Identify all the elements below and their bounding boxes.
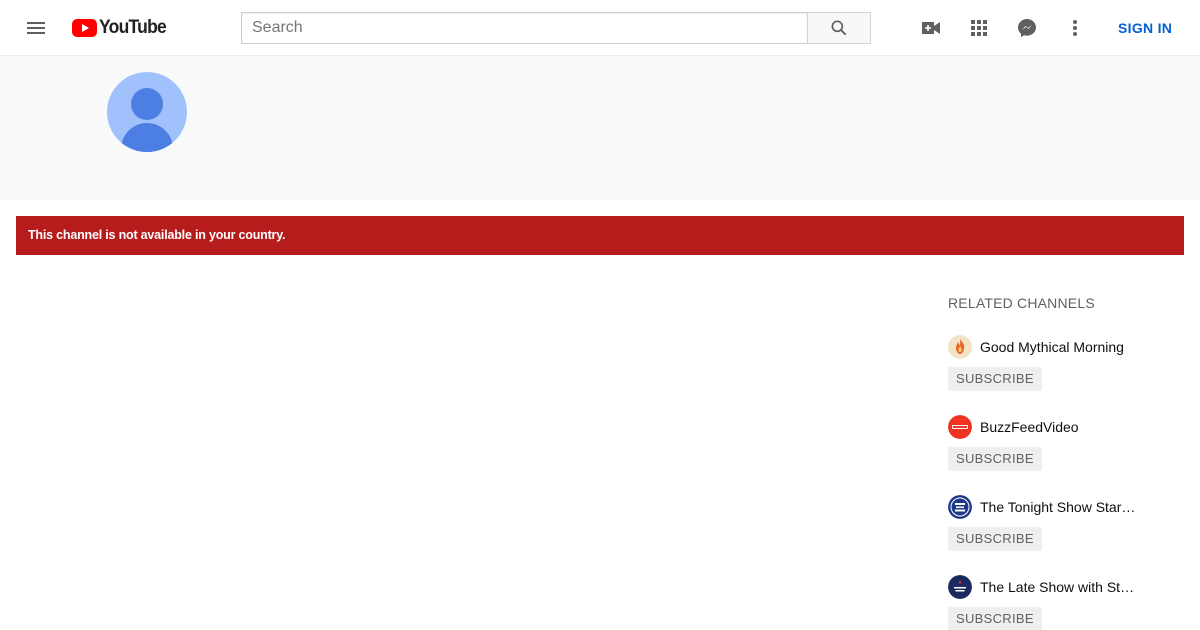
sign-in-button[interactable]: SIGN IN [1106,18,1184,38]
messages-icon [1018,19,1036,37]
create-video-button[interactable] [911,8,951,48]
subscribe-button[interactable]: SUBSCRIBE [948,527,1042,551]
play-logo-icon [72,19,97,37]
subscribe-button[interactable]: SUBSCRIBE [948,367,1042,391]
related-channel-item: BuzzFeedVideo SUBSCRIBE [948,415,1184,475]
related-channel-item: Good Mythical Morning SUBSCRIBE [948,335,1184,395]
channel-link[interactable]: The Late Show with Stephen Colbert [948,575,1136,599]
related-channel-item: The Late Show with Stephen Colbert SUBSC… [948,575,1184,630]
apps-grid-icon [971,20,987,36]
unavailable-alert: This channel is not available in your co… [16,216,1184,255]
channel-link[interactable]: Good Mythical Morning [948,335,1124,359]
search-box [241,12,871,44]
related-channels: RELATED CHANNELS Good Mythical Morning S… [948,295,1184,630]
buzzfeedvideo-thumbnail-icon [948,415,972,439]
search-input[interactable] [241,12,807,44]
search-button[interactable] [807,12,871,44]
apps-button[interactable] [959,8,999,48]
channel-name: BuzzFeedVideo [980,419,1079,435]
late-show-thumbnail-icon [948,575,972,599]
subscribe-button[interactable]: SUBSCRIBE [948,447,1042,471]
menu-icon [27,22,45,34]
menu-button[interactable] [16,8,56,48]
logo-text: YouTube [99,17,167,38]
more-vert-icon [1073,20,1077,36]
channel-link[interactable]: The Tonight Show Starring Jimmy Fallon [948,495,1136,519]
tonight-show-thumbnail-icon [948,495,972,519]
create-video-icon [922,22,940,34]
channel-name: The Tonight Show Starring Jimmy Fallon [980,499,1136,515]
youtube-logo[interactable]: YouTube [72,17,172,39]
channel-header [0,56,1200,200]
channel-name: The Late Show with Stephen Colbert [980,579,1136,595]
masthead: YouTube Search SIGN IN [0,0,1200,56]
search-icon [831,20,847,36]
default-avatar-icon [107,72,187,152]
related-channel-item: The Tonight Show Starring Jimmy Fallon S… [948,495,1184,555]
good-mythical-morning-thumbnail-icon [948,335,972,359]
channel-name: Good Mythical Morning [980,339,1124,355]
subscribe-button[interactable]: SUBSCRIBE [948,607,1042,630]
messages-button[interactable] [1007,8,1047,48]
related-channels-title: RELATED CHANNELS [948,295,1095,311]
more-button[interactable] [1055,8,1095,48]
channel-link[interactable]: BuzzFeedVideo [948,415,1079,439]
